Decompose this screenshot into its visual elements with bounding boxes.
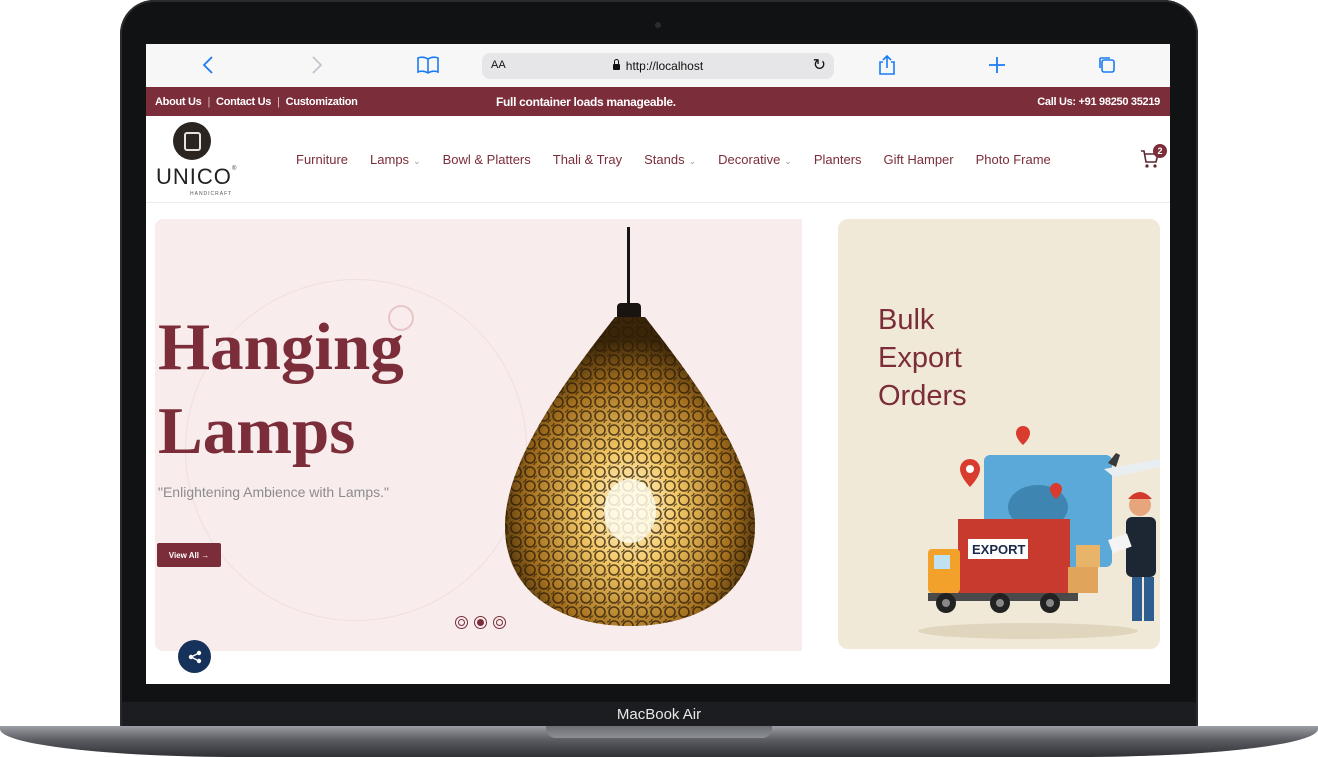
slider-dot[interactable] xyxy=(493,616,506,629)
device-model-label: MacBook Air xyxy=(616,706,702,723)
slider-dot[interactable] xyxy=(455,616,468,629)
share-float-button[interactable] xyxy=(178,640,211,673)
view-all-button[interactable]: View All → xyxy=(157,543,221,567)
export-truck-illustration: EXPORT xyxy=(918,425,1160,639)
promo-message: Full container loads manageable. xyxy=(496,95,676,109)
top-links: About Us | Contact Us | Customization xyxy=(155,96,358,108)
top-info-bar: About Us | Contact Us | Customization Fu… xyxy=(146,87,1170,116)
registered-mark: ® xyxy=(232,166,237,172)
slider-dots xyxy=(455,616,506,629)
hero-slider: Hanging Lamps "Enlightening Ambience wit… xyxy=(155,219,802,651)
share-nodes-icon xyxy=(188,650,201,663)
nav-decorative[interactable]: Decorative ⌄ xyxy=(718,152,792,167)
contact-us-link[interactable]: Contact Us xyxy=(216,96,271,108)
logo-text: UNICO xyxy=(156,164,232,189)
tabs-icon[interactable] xyxy=(1094,52,1120,78)
address-bar[interactable]: AA http://localhost ↻ xyxy=(482,53,834,79)
customization-link[interactable]: Customization xyxy=(286,96,358,108)
cart-count-badge: 2 xyxy=(1153,144,1167,158)
about-us-link[interactable]: About Us xyxy=(155,96,202,108)
hero-subtitle: "Enlightening Ambience with Lamps." xyxy=(158,484,389,500)
lamp-cord xyxy=(627,227,630,305)
logo-subtext: HANDICRAFT xyxy=(190,191,233,197)
nav-furniture[interactable]: Furniture xyxy=(296,152,348,167)
browser-toolbar: AA http://localhost ↻ xyxy=(146,44,1170,88)
url-text[interactable]: http://localhost xyxy=(626,59,703,73)
back-icon[interactable] xyxy=(195,52,221,78)
logo[interactable]: UNICO ® HANDICRAFT xyxy=(156,122,240,198)
divider: | xyxy=(207,96,211,108)
nav-bowl-platters[interactable]: Bowl & Platters xyxy=(443,152,531,167)
chevron-down-icon: ⌄ xyxy=(688,156,697,166)
bulk-export-card[interactable]: Bulk Export Orders EXPORT xyxy=(838,219,1160,649)
logo-emblem-icon xyxy=(173,122,211,160)
phone-number[interactable]: Call Us: +91 98250 35219 xyxy=(1037,96,1160,108)
nav-stands[interactable]: Stands ⌄ xyxy=(644,152,696,167)
nav-gift-hamper[interactable]: Gift Hamper xyxy=(884,152,954,167)
slider-dot-active[interactable] xyxy=(474,616,487,629)
lock-icon xyxy=(612,59,620,70)
export-label: EXPORT xyxy=(972,542,1026,557)
new-tab-icon[interactable] xyxy=(984,52,1010,78)
hanging-lamp-image xyxy=(505,317,755,626)
reload-icon[interactable]: ↻ xyxy=(813,55,826,75)
nav-lamps[interactable]: Lamps ⌄ xyxy=(370,152,421,167)
chevron-down-icon: ⌄ xyxy=(784,156,792,166)
chevron-down-icon: ⌄ xyxy=(413,156,421,166)
laptop-notch xyxy=(546,726,772,738)
nav-thali-tray[interactable]: Thali & Tray xyxy=(553,152,622,167)
screen: AA http://localhost ↻ About Us | Contact… xyxy=(146,44,1170,684)
promo-title: Bulk Export Orders xyxy=(878,304,967,412)
main-nav: Furniture Lamps ⌄ Bowl & Platters Thali &… xyxy=(296,152,1073,167)
share-icon[interactable] xyxy=(874,52,900,78)
bookmarks-icon[interactable] xyxy=(415,52,441,78)
divider: | xyxy=(277,96,280,108)
site-header: UNICO ® HANDICRAFT Furniture Lamps ⌄ Bowl… xyxy=(146,116,1170,203)
forward-icon[interactable] xyxy=(304,52,330,78)
hero-title: Hanging Lamps xyxy=(158,310,404,468)
nav-planters[interactable]: Planters xyxy=(814,152,862,167)
nav-photo-frame[interactable]: Photo Frame xyxy=(976,152,1051,167)
camera-icon xyxy=(655,22,661,28)
